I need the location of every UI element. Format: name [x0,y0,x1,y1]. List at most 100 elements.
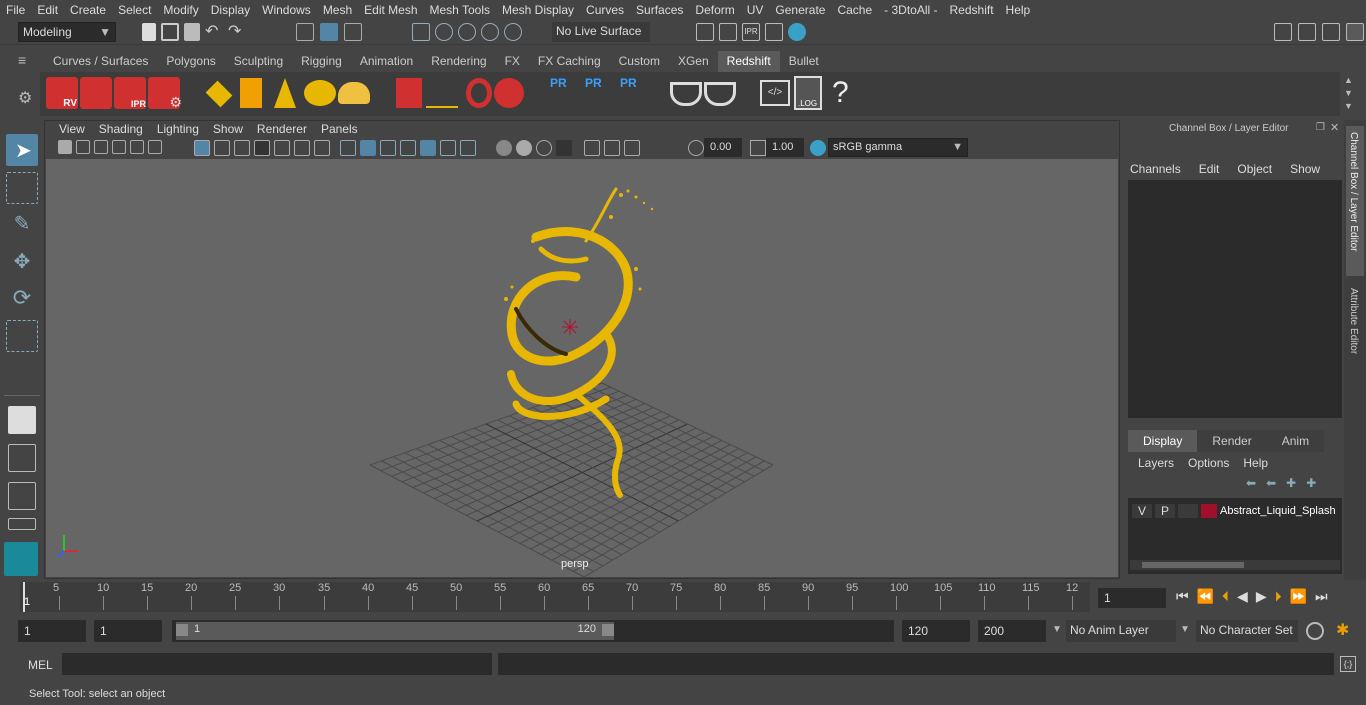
channel-box-menu-show[interactable]: Show [1288,162,1322,176]
redshift-volume-icon[interactable] [396,78,422,108]
range-start-grip[interactable] [176,624,188,636]
menu-file[interactable]: File [0,0,31,20]
xray-icon[interactable] [584,140,600,156]
step-forward-key-icon[interactable]: ⏵ [1275,588,1282,605]
redshift-sphere-icon[interactable] [494,78,524,108]
go-to-end-icon[interactable]: ⏭ [1315,588,1328,605]
redshift-hair-icon[interactable] [426,84,458,108]
menu-uv[interactable]: UV [741,0,770,20]
menu-cache[interactable]: Cache [831,0,878,20]
redshift-ipr-button[interactable]: IPR [114,77,146,109]
menu-edit-mesh[interactable]: Edit Mesh [358,0,423,20]
channel-box-list[interactable] [1128,180,1342,418]
redshift-bake-set-icon[interactable] [704,82,736,106]
layer-row[interactable]: V P Abstract_Liquid_Splash [1132,502,1338,520]
xray-active-icon[interactable] [624,140,640,156]
animation-preferences-icon[interactable]: ✱ [1336,620,1349,640]
anim-layer-dropdown[interactable]: No Anim Layer [1066,620,1176,642]
grid-toggle-icon[interactable] [194,140,210,156]
auto-key-icon[interactable] [1306,622,1324,640]
image-plane-icon[interactable] [112,140,126,154]
time-ruler[interactable]: 1 5 10 15 20 25 30 35 40 45 50 55 60 65 70 75 80 85 90 95 1… [20,582,1090,612]
new-layer-selected-icon[interactable]: ✚ [1306,476,1316,490]
rotate-tool-button[interactable]: ⟳ [6,282,38,314]
gate-mask-icon[interactable] [254,140,270,156]
script-editor-icon[interactable]: {;} [1340,656,1356,672]
redo-icon[interactable]: ↷ [228,23,246,41]
move-layer-down-icon[interactable]: ⬅ [1266,476,1276,490]
float-panel-icon[interactable]: ❐ [1316,122,1325,133]
field-chart-icon[interactable] [274,140,290,156]
layer-playback-toggle[interactable]: P [1155,504,1175,518]
character-set-dropdown[interactable]: No Character Set [1196,620,1298,642]
tab-animation[interactable]: Animation [351,51,422,72]
viewport-menu-view[interactable]: View [52,122,92,136]
tab-rigging[interactable]: Rigging [292,51,351,72]
range-end-grip[interactable] [602,624,614,636]
toggle-modeling-toolkit-icon[interactable] [1274,23,1292,41]
move-layer-up-icon[interactable]: ⬅ [1246,476,1256,490]
viewport-menu-shading[interactable]: Shading [92,122,150,136]
layer-tab-display[interactable]: Display [1128,430,1198,452]
textured-icon[interactable] [400,140,416,156]
grease-pencil-icon[interactable] [148,140,162,154]
animation-end-field[interactable]: 200 [978,620,1046,642]
color-management-icon[interactable] [810,140,826,156]
tab-attribute-editor[interactable]: Attribute Editor [1346,284,1364,374]
resolution-gate-icon[interactable] [234,140,250,156]
select-camera-icon[interactable] [58,140,72,154]
redshift-script-icon[interactable]: </> [760,80,790,106]
redshift-batch-render-button[interactable] [80,77,112,109]
two-d-pan-zoom-icon[interactable] [130,140,144,154]
current-frame-field[interactable]: 1 [1098,588,1166,608]
wireframe-icon[interactable] [340,140,356,156]
menu-edit[interactable]: Edit [31,0,64,20]
menu-mesh-display[interactable]: Mesh Display [496,0,580,20]
layer-reference-toggle[interactable] [1178,504,1198,518]
new-scene-icon[interactable] [142,23,156,41]
snap-live-icon[interactable] [504,23,522,41]
chevron-down-icon[interactable]: ▼ [1180,624,1190,635]
snap-point-icon[interactable] [458,23,476,41]
gamma-field[interactable]: 1.00 [766,138,804,157]
scale-tool-button[interactable] [6,320,38,352]
exposure-icon[interactable] [688,140,704,156]
tab-redshift[interactable]: Redshift [717,51,780,72]
layer-visibility-toggle[interactable]: V [1132,504,1152,518]
redshift-area-light-icon[interactable] [240,78,262,108]
redshift-render-settings-button[interactable]: ⚙ [148,77,182,110]
redshift-spot-light-icon[interactable] [274,78,296,108]
redshift-curve-icon[interactable] [466,78,492,108]
tab-fx-caching[interactable]: FX Caching [529,51,610,72]
animation-start-field[interactable]: 1 [18,620,86,642]
channel-box-menu-channels[interactable]: Channels [1128,162,1183,176]
hypershade-icon[interactable] [788,23,806,41]
current-time-marker[interactable] [23,582,25,612]
depth-of-field-icon[interactable] [536,140,552,156]
ambient-occlusion-icon[interactable] [460,140,476,156]
channel-box-menu-object[interactable]: Object [1235,162,1274,176]
shelf-settings-icon[interactable]: ⚙ [18,88,38,108]
redshift-bake-icon[interactable] [670,82,702,106]
script-language-label[interactable]: MEL [28,658,53,672]
scrollbar-thumb[interactable] [1142,562,1244,568]
safe-title-icon[interactable] [314,140,330,156]
toggle-attribute-editor-icon[interactable] [1298,23,1316,41]
layer-tab-render[interactable]: Render [1197,430,1267,452]
open-scene-icon[interactable] [161,23,179,41]
isolate-select-icon[interactable] [556,140,572,156]
range-slider-handle[interactable]: 1 120 [176,622,614,640]
redshift-help-button[interactable]: ? [832,74,856,112]
use-all-lights-icon[interactable] [420,140,436,156]
viewport-menu-show[interactable]: Show [206,122,250,136]
tab-fx[interactable]: FX [496,51,529,72]
snap-view-plane-icon[interactable] [481,23,499,41]
motion-blur-icon[interactable] [496,140,512,156]
redshift-proxy-icon[interactable] [205,80,233,108]
channel-box-menu-edit[interactable]: Edit [1197,162,1222,176]
time-slider[interactable]: 1 5 10 15 20 25 30 35 40 45 50 55 60 65 70 75 80 85 90 95 1… [0,580,1366,616]
toggle-channel-box-icon[interactable] [1346,23,1364,41]
tab-bullet[interactable]: Bullet [780,51,828,72]
play-backwards-icon[interactable]: ◀ [1237,588,1248,605]
step-forward-icon[interactable]: ⏩ [1290,588,1307,605]
